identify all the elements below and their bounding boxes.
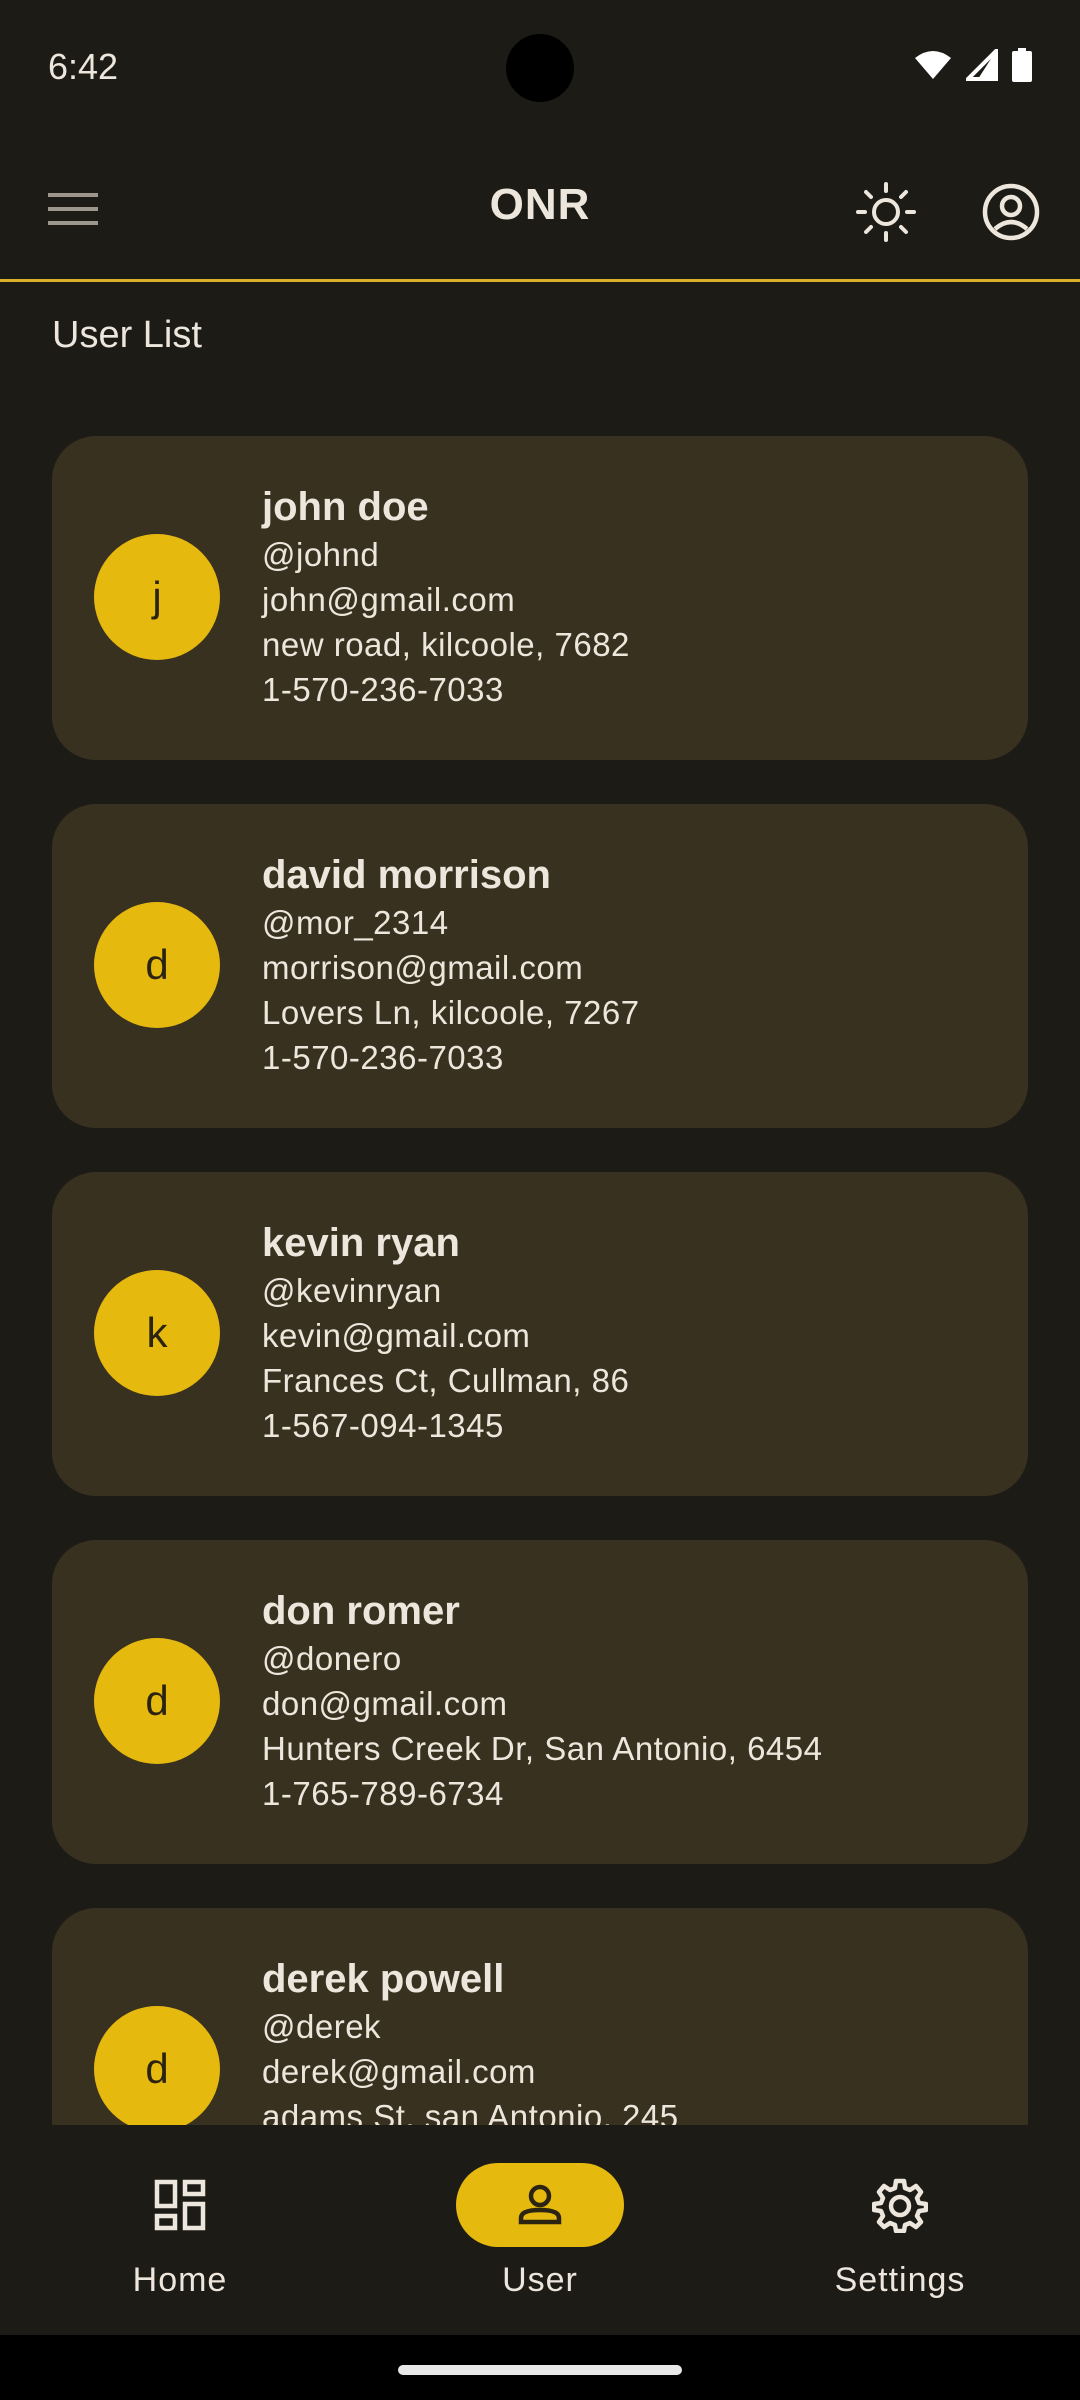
user-name: john doe: [262, 485, 429, 529]
nav-icon-container: [816, 2163, 984, 2247]
user-phone: 1-570-236-7033: [262, 1039, 504, 1076]
wifi-icon: [915, 51, 951, 79]
dashboard-icon: [154, 2179, 206, 2231]
nav-label-home: Home: [132, 2261, 228, 2299]
user-card[interactable]: d david morrison @mor_2314 morrison@gmai…: [52, 804, 1028, 1128]
status-time: 6:42: [48, 46, 119, 87]
user-info: david morrison @mor_2314 morrison@gmail.…: [262, 850, 640, 1080]
gesture-bar-area: [0, 2335, 1080, 2400]
section-title: User List: [52, 314, 202, 356]
user-address: adams St, san Antonio, 245: [262, 2098, 679, 2125]
user-address: Frances Ct, Cullman, 86: [262, 1362, 630, 1399]
user-card[interactable]: d derek powell @derek derek@gmail.com ad…: [52, 1908, 1028, 2125]
theme-toggle-button[interactable]: [850, 176, 922, 248]
nav-label-user: User: [502, 2261, 578, 2299]
gesture-handle[interactable]: [398, 2365, 682, 2375]
user-card[interactable]: d don romer @donero don@gmail.com Hunter…: [52, 1540, 1028, 1864]
user-name: derek powell: [262, 1957, 505, 2001]
user-email: john@gmail.com: [262, 581, 516, 618]
battery-icon: [1012, 48, 1032, 82]
user-email: derek@gmail.com: [262, 2053, 536, 2090]
nav-item-home[interactable]: Home: [70, 2163, 290, 2300]
status-icons: [914, 48, 1032, 82]
user-info: don romer @donero don@gmail.com Hunters …: [262, 1586, 823, 1816]
user-phone: 1-570-236-7033: [262, 671, 504, 708]
nav-label-settings: Settings: [834, 2261, 966, 2299]
user-email: don@gmail.com: [262, 1685, 508, 1722]
user-name: kevin ryan: [262, 1221, 460, 1265]
user-username: @mor_2314: [262, 904, 449, 941]
user-card[interactable]: k kevin ryan @kevinryan kevin@gmail.com …: [52, 1172, 1028, 1496]
user-list[interactable]: j john doe @johnd john@gmail.com new roa…: [0, 400, 1080, 2125]
user-email: kevin@gmail.com: [262, 1317, 531, 1354]
account-button[interactable]: [975, 176, 1047, 248]
user-email: morrison@gmail.com: [262, 949, 584, 986]
signal-icon: [966, 49, 998, 81]
nav-icon-container: [96, 2163, 264, 2247]
user-address: new road, kilcoole, 7682: [262, 626, 630, 663]
camera-cutout: [506, 34, 574, 102]
user-phone: 1-567-094-1345: [262, 1407, 504, 1444]
status-bar: 6:42: [0, 0, 1080, 136]
avatar: k: [94, 1270, 220, 1396]
user-username: @donero: [262, 1640, 402, 1677]
gear-icon: [872, 2178, 928, 2233]
user-info: john doe @johnd john@gmail.com new road,…: [262, 482, 630, 712]
user-address: Lovers Ln, kilcoole, 7267: [262, 994, 640, 1031]
app-bar: ONR: [0, 136, 1080, 282]
user-username: @derek: [262, 2008, 382, 2045]
person-icon: [518, 2184, 562, 2225]
user-address: Hunters Creek Dr, San Antonio, 6454: [262, 1730, 823, 1767]
sun-icon: [856, 182, 916, 242]
avatar: d: [94, 1638, 220, 1764]
avatar: d: [94, 902, 220, 1028]
avatar: j: [94, 534, 220, 660]
nav-item-user[interactable]: User: [430, 2163, 650, 2300]
avatar: d: [94, 2006, 220, 2125]
user-card[interactable]: j john doe @johnd john@gmail.com new roa…: [52, 436, 1028, 760]
nav-icon-container-active: [456, 2163, 624, 2247]
user-phone: 1-765-789-6734: [262, 1775, 504, 1812]
user-info: kevin ryan @kevinryan kevin@gmail.com Fr…: [262, 1218, 629, 1448]
nav-item-settings[interactable]: Settings: [790, 2163, 1010, 2300]
user-name: david morrison: [262, 853, 551, 897]
user-username: @johnd: [262, 536, 380, 573]
user-username: @kevinryan: [262, 1272, 442, 1309]
bottom-navigation: Home User Settings: [0, 2125, 1080, 2335]
user-name: don romer: [262, 1589, 460, 1633]
account-circle-icon: [982, 183, 1040, 241]
user-info: derek powell @derek derek@gmail.com adam…: [262, 1954, 679, 2125]
